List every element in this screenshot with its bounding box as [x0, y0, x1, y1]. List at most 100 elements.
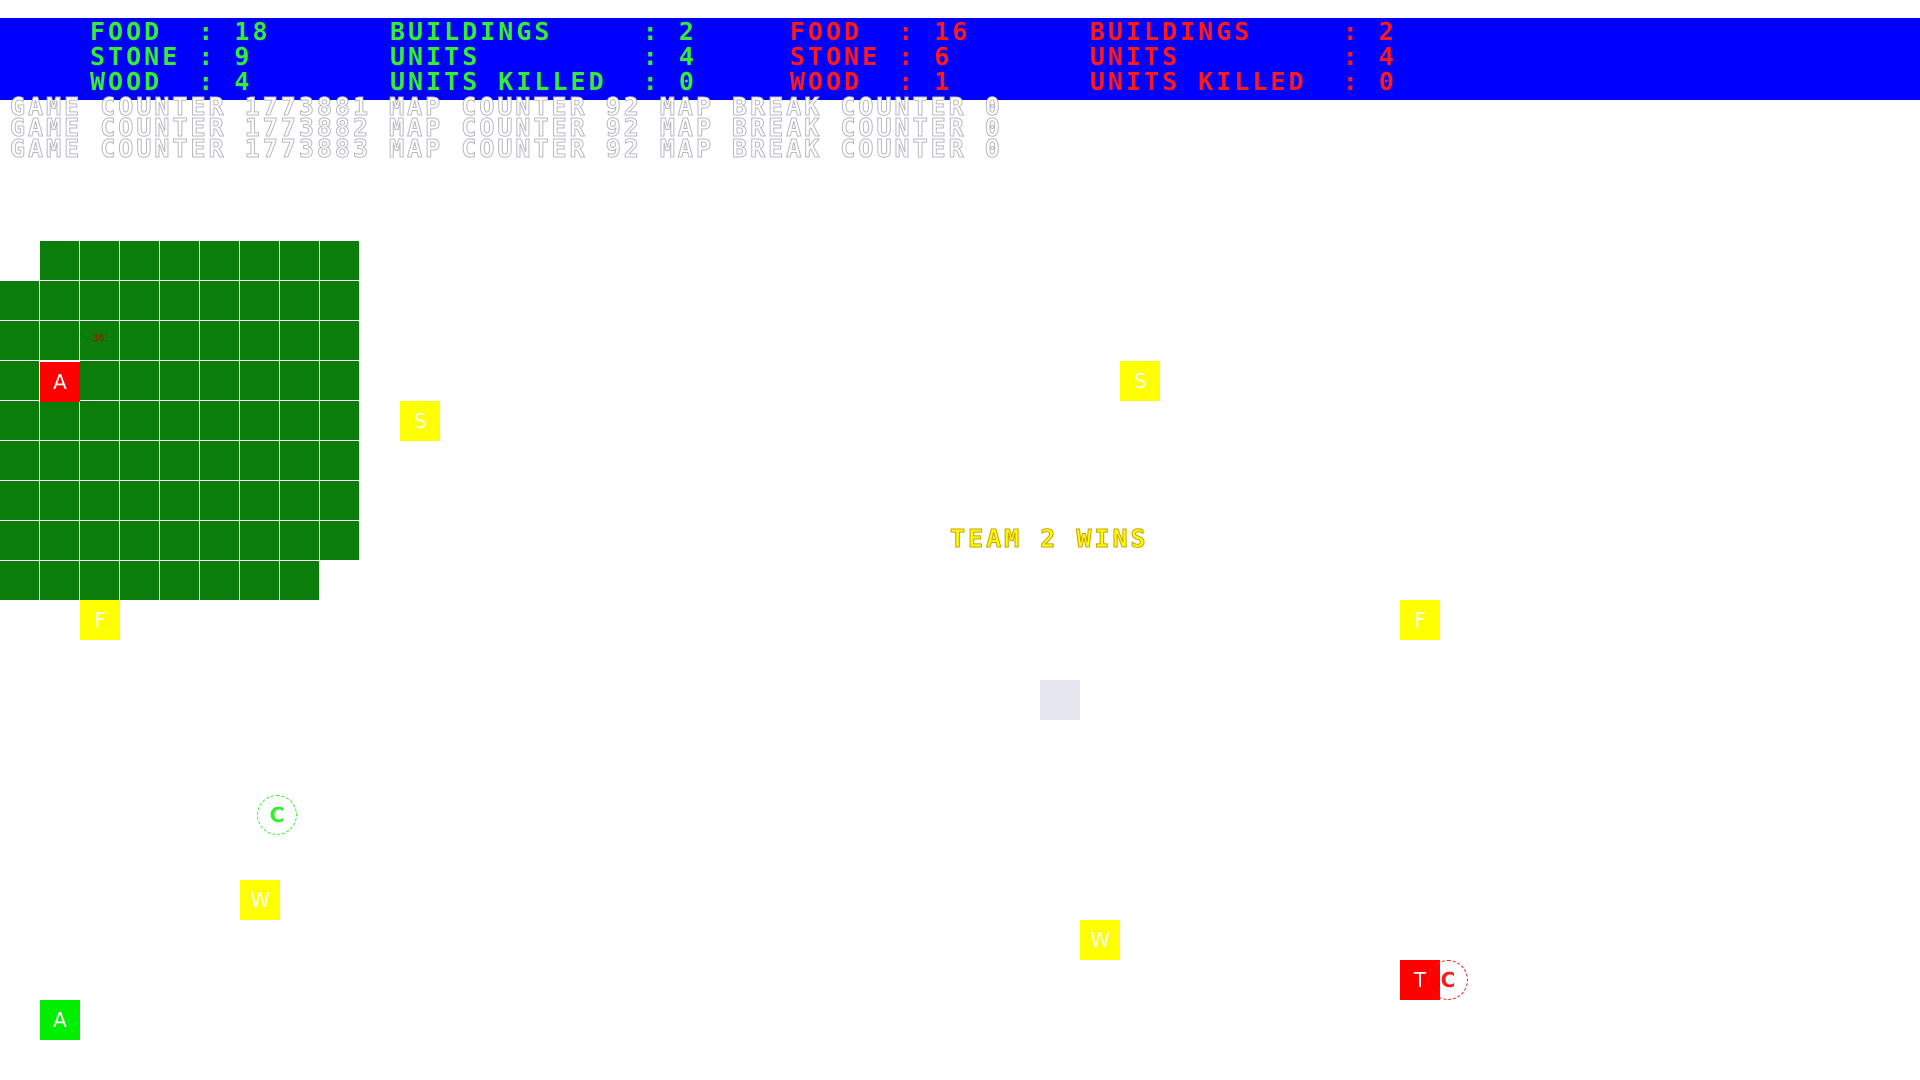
territory-cell[interactable] — [119, 520, 160, 561]
team2-units: UNITS : 4 — [1090, 42, 1397, 71]
territory-cell[interactable] — [119, 440, 160, 481]
team2-wood: WOOD : 1 — [790, 67, 953, 96]
territory-cell[interactable] — [279, 360, 320, 401]
territory-cell[interactable] — [279, 320, 320, 361]
territory-cell[interactable] — [239, 480, 280, 521]
team1-units: UNITS : 4 — [390, 42, 697, 71]
territory-cell[interactable] — [199, 280, 240, 321]
team2-food: FOOD : 16 — [790, 17, 971, 46]
territory-cell[interactable] — [319, 280, 360, 321]
team2-buildings: BUILDINGS : 2 — [1090, 17, 1397, 46]
territory-cell[interactable] — [239, 560, 280, 601]
territory-cell[interactable] — [0, 360, 40, 401]
territory-cell[interactable] — [279, 520, 320, 561]
win-message: TEAM 2 WINS — [950, 524, 1149, 554]
territory-cell[interactable] — [279, 560, 320, 601]
territory-cell[interactable] — [39, 400, 80, 441]
wood-resource-tile[interactable]: W — [1080, 920, 1120, 960]
territory-cell[interactable] — [199, 520, 240, 561]
territory-cell[interactable] — [39, 280, 80, 321]
territory-cell[interactable] — [79, 440, 120, 481]
territory-cell[interactable] — [239, 520, 280, 561]
selection-cursor-tile[interactable] — [1040, 680, 1080, 720]
territory-cell[interactable] — [279, 400, 320, 441]
territory-cell[interactable] — [239, 280, 280, 321]
food-resource-tile[interactable]: F — [1400, 600, 1440, 640]
team2-collector-unit[interactable]: C — [1428, 960, 1468, 1000]
territory-cell[interactable] — [199, 320, 240, 361]
territory-cell[interactable] — [279, 480, 320, 521]
territory-cell[interactable] — [199, 360, 240, 401]
territory-cell[interactable] — [199, 400, 240, 441]
territory-cell[interactable] — [319, 480, 360, 521]
territory-cell[interactable] — [0, 560, 40, 601]
territory-cell[interactable] — [279, 240, 320, 281]
resource-hud: FOOD : 18 STONE : 9 WOOD : 4 BUILDINGS :… — [0, 18, 1920, 100]
territory-cell[interactable] — [159, 520, 200, 561]
territory-cell[interactable] — [119, 360, 160, 401]
wood-resource-tile[interactable]: W — [240, 880, 280, 920]
territory-cell[interactable] — [159, 280, 200, 321]
territory-cell[interactable] — [239, 400, 280, 441]
territory-cell[interactable] — [0, 480, 40, 521]
unit-marker-label: 36 — [92, 333, 105, 344]
team1-stone: STONE : 9 — [90, 42, 253, 71]
territory-cell[interactable] — [39, 560, 80, 601]
territory-cell[interactable] — [79, 520, 120, 561]
team1-wood: WOOD : 4 — [90, 67, 253, 96]
territory-cell[interactable] — [159, 240, 200, 281]
territory-cell[interactable] — [199, 240, 240, 281]
territory-cell[interactable] — [159, 360, 200, 401]
territory-cell[interactable] — [119, 480, 160, 521]
team2-archery-building[interactable]: A — [40, 362, 80, 402]
territory-cell[interactable] — [119, 560, 160, 601]
territory-cell[interactable] — [0, 520, 40, 561]
territory-cell[interactable] — [79, 400, 120, 441]
territory-cell[interactable] — [319, 440, 360, 481]
territory-cell[interactable] — [39, 440, 80, 481]
team1-collector-unit[interactable]: C — [257, 795, 297, 835]
territory-cell[interactable] — [199, 560, 240, 601]
territory-cell[interactable] — [39, 480, 80, 521]
territory-cell[interactable] — [119, 320, 160, 361]
territory-cell[interactable] — [0, 440, 40, 481]
territory-cell[interactable] — [239, 440, 280, 481]
territory-cell[interactable] — [0, 280, 40, 321]
territory-cell[interactable] — [279, 280, 320, 321]
territory-cell[interactable] — [319, 520, 360, 561]
team1-food: FOOD : 18 — [90, 17, 271, 46]
territory-cell[interactable] — [79, 240, 120, 281]
territory-cell[interactable] — [319, 320, 360, 361]
territory-cell[interactable] — [159, 560, 200, 601]
stone-resource-tile[interactable]: S — [400, 401, 440, 441]
territory-cell[interactable] — [319, 400, 360, 441]
territory-cell[interactable] — [0, 320, 40, 361]
territory-cell[interactable] — [159, 440, 200, 481]
territory-cell[interactable] — [159, 480, 200, 521]
team1-archery-building[interactable]: A — [40, 1000, 80, 1040]
territory-cell[interactable] — [239, 320, 280, 361]
territory-cell[interactable] — [119, 240, 160, 281]
territory-cell[interactable] — [279, 440, 320, 481]
territory-cell[interactable] — [79, 280, 120, 321]
territory-cell[interactable] — [319, 240, 360, 281]
territory-cell[interactable] — [319, 360, 360, 401]
territory-cell[interactable] — [39, 520, 80, 561]
territory-cell[interactable] — [159, 400, 200, 441]
territory-cell[interactable] — [39, 240, 80, 281]
territory-cell[interactable] — [119, 280, 160, 321]
territory-cell[interactable] — [39, 320, 80, 361]
territory-cell[interactable] — [239, 240, 280, 281]
stone-resource-tile[interactable]: S — [1120, 361, 1160, 401]
territory-cell[interactable] — [239, 360, 280, 401]
territory-cell[interactable] — [119, 400, 160, 441]
territory-cell[interactable] — [199, 480, 240, 521]
team1-units-killed: UNITS KILLED : 0 — [390, 67, 697, 96]
territory-cell[interactable] — [79, 560, 120, 601]
territory-cell[interactable] — [79, 480, 120, 521]
food-resource-tile[interactable]: F — [80, 600, 120, 640]
territory-cell[interactable] — [199, 440, 240, 481]
territory-cell[interactable] — [0, 400, 40, 441]
territory-cell[interactable] — [159, 320, 200, 361]
territory-cell[interactable] — [79, 360, 120, 401]
